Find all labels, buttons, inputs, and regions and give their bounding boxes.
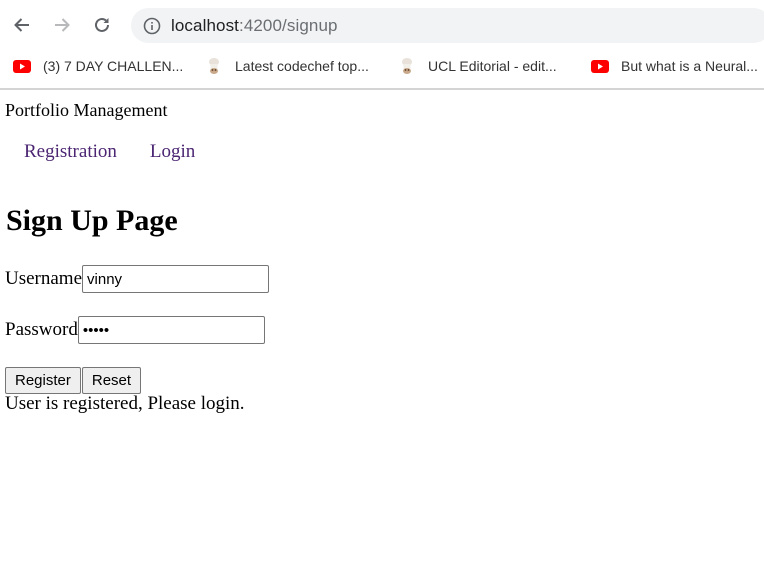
back-button[interactable]: [9, 12, 35, 38]
form-buttons: Register Reset: [5, 367, 142, 394]
back-arrow-icon: [14, 18, 29, 32]
forward-button[interactable]: [49, 12, 75, 38]
url-host: localhost: [171, 15, 239, 35]
bookmark-item[interactable]: Latest codechef top...: [205, 56, 369, 76]
register-button[interactable]: Register: [5, 367, 81, 394]
bookmark-label: But what is a Neural...: [621, 58, 758, 74]
forward-arrow-icon: [55, 18, 70, 32]
bookmark-item[interactable]: (3) 7 DAY CHALLEN...: [13, 56, 183, 76]
bookmark-item[interactable]: UCL Editorial - edit...: [398, 56, 557, 76]
reload-button[interactable]: [89, 12, 115, 38]
reset-button[interactable]: Reset: [81, 367, 142, 394]
youtube-icon: [13, 59, 31, 73]
url-path: :4200/signup: [239, 15, 338, 35]
bookmarks-bar: (3) 7 DAY CHALLEN... Latest codechef top…: [0, 52, 764, 80]
bookmark-item[interactable]: But what is a Neural...: [591, 56, 758, 76]
password-label: Password: [5, 319, 78, 340]
username-input[interactable]: [82, 265, 270, 293]
bookmark-label: (3) 7 DAY CHALLEN...: [43, 58, 184, 74]
bookmark-label: UCL Editorial - edit...: [428, 58, 557, 74]
codechef-icon: [398, 58, 416, 74]
codechef-icon: [205, 58, 223, 74]
nav-link-registration[interactable]: Registration: [24, 141, 117, 162]
reload-icon: [95, 17, 109, 32]
browser-chrome: localhost:4200/signup (3) 7 DAY CHALLEN.…: [0, 0, 764, 90]
youtube-icon: [591, 59, 609, 73]
app-brand: Portfolio Management: [5, 100, 168, 120]
password-input[interactable]: [77, 316, 265, 344]
app-nav: Registration Login: [24, 141, 228, 163]
username-row: Username: [5, 265, 270, 293]
bookmark-label: Latest codechef top...: [235, 58, 369, 74]
username-label: Username: [5, 268, 83, 289]
address-bar[interactable]: localhost:4200/signup: [131, 8, 764, 43]
page-title: Sign Up Page: [6, 204, 178, 237]
nav-link-login[interactable]: Login: [150, 141, 195, 162]
url-text: localhost:4200/signup: [171, 16, 338, 36]
status-message: User is registered, Please login.: [5, 393, 245, 414]
password-row: Password: [5, 316, 265, 344]
site-info-icon[interactable]: [143, 17, 161, 35]
